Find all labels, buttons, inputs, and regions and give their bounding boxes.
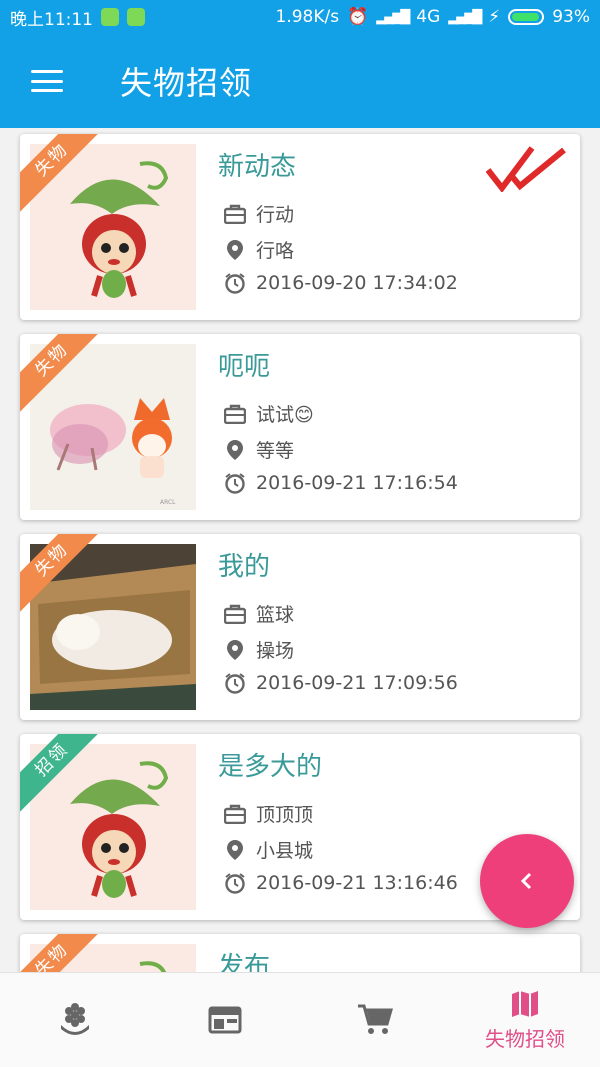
nav-tab-flower[interactable] bbox=[0, 973, 150, 1067]
web-layout-icon bbox=[208, 1006, 242, 1034]
time-row: 2016-09-21 17:16:54 bbox=[224, 472, 458, 494]
item-name-row: 行动 bbox=[224, 200, 294, 227]
chevron-left-icon bbox=[520, 872, 532, 890]
lost-tag: 失物 bbox=[20, 134, 110, 224]
location-pin-icon bbox=[227, 439, 243, 460]
lost-tag: 失物 bbox=[20, 534, 110, 624]
nav-tab-web[interactable] bbox=[150, 973, 300, 1067]
svg-text:ARCL: ARCL bbox=[160, 499, 176, 506]
location-pin-icon bbox=[227, 239, 243, 260]
item-time: 2016-09-21 17:09:56 bbox=[256, 672, 458, 694]
battery-level: 93% bbox=[552, 7, 590, 27]
alarm-clock-icon bbox=[225, 273, 245, 294]
signal-icon: ▂▄▆█ bbox=[376, 9, 410, 25]
item-location: 小县城 bbox=[256, 840, 314, 862]
charging-icon: ⚡ bbox=[488, 7, 501, 27]
time-row: 2016-09-20 17:34:02 bbox=[224, 272, 458, 294]
alarm-icon: ⏰ bbox=[347, 7, 369, 27]
menu-icon bbox=[31, 70, 63, 92]
android-icon bbox=[127, 8, 145, 26]
item-name-row: 顶顶顶 bbox=[224, 800, 313, 827]
location-row: 操场 bbox=[224, 636, 294, 663]
item-title: 是多大的 bbox=[218, 752, 323, 782]
list-item[interactable]: ARCL 失物 呃呃 试试😊 等等 2016-09-21 17:16:54 bbox=[20, 334, 580, 520]
network-speed: 1.98K/s bbox=[275, 7, 340, 27]
nav-tab-cart[interactable] bbox=[300, 973, 450, 1067]
sim-icon bbox=[101, 8, 119, 26]
nav-tab-lost-found[interactable]: 失物招领 bbox=[450, 973, 600, 1067]
flower-icon bbox=[61, 1003, 89, 1035]
double-check-icon bbox=[485, 144, 568, 196]
item-name: 试试😊 bbox=[256, 404, 314, 426]
map-icon bbox=[512, 990, 538, 1017]
location-row: 行咯 bbox=[224, 236, 294, 263]
item-name: 顶顶顶 bbox=[256, 804, 314, 826]
location-row: 等等 bbox=[224, 436, 294, 463]
item-title: 呃呃 bbox=[218, 352, 271, 382]
item-time: 2016-09-21 13:16:46 bbox=[256, 872, 458, 894]
briefcase-icon bbox=[224, 404, 246, 424]
alarm-clock-icon bbox=[225, 673, 245, 694]
item-title: 发布 bbox=[218, 952, 271, 972]
nav-tab-label: 失物招领 bbox=[485, 1026, 565, 1051]
battery-icon bbox=[508, 9, 545, 25]
list-item[interactable]: 失物 我的 篮球 操场 2016-09-21 17:09:56 bbox=[20, 534, 580, 720]
briefcase-icon bbox=[224, 204, 246, 224]
briefcase-icon bbox=[224, 804, 246, 824]
page-title: 失物招领 bbox=[120, 64, 253, 102]
network-type: 4G bbox=[416, 7, 441, 27]
found-tag: 招领 bbox=[20, 734, 110, 824]
briefcase-icon bbox=[224, 604, 246, 624]
menu-button[interactable] bbox=[0, 34, 94, 128]
item-name-row: 篮球 bbox=[224, 600, 294, 627]
item-name: 行动 bbox=[256, 204, 295, 226]
list-item[interactable]: 失物 新动态 行动 行咯 2016-09-20 17:34:02 bbox=[20, 134, 580, 320]
time-row: 2016-09-21 13:16:46 bbox=[224, 872, 458, 894]
alarm-clock-icon bbox=[225, 873, 245, 894]
location-pin-icon bbox=[227, 839, 243, 860]
item-location: 行咯 bbox=[256, 240, 295, 262]
alarm-clock-icon bbox=[225, 473, 245, 494]
item-name-row: 试试😊 bbox=[224, 400, 314, 427]
bottom-navigation: 失物招领 bbox=[0, 972, 600, 1067]
signal-icon-2: ▂▄▆█ bbox=[448, 9, 482, 25]
item-title: 新动态 bbox=[218, 152, 297, 182]
app-bar: 失物招领 bbox=[0, 34, 600, 128]
item-location: 等等 bbox=[256, 440, 295, 462]
location-row: 小县城 bbox=[224, 836, 313, 863]
lost-tag: 失物 bbox=[20, 334, 110, 424]
status-bar: 晚上11:11 1.98K/s ⏰ ▂▄▆█ 4G ▂▄▆█ ⚡ 93% bbox=[0, 0, 600, 34]
status-time: 晚上11:11 bbox=[10, 9, 93, 30]
list-item[interactable]: 失物 发布 bbox=[20, 934, 580, 972]
item-time: 2016-09-21 17:16:54 bbox=[256, 472, 458, 494]
location-pin-icon bbox=[227, 639, 243, 660]
item-title: 我的 bbox=[218, 552, 271, 582]
collapse-fab-button[interactable] bbox=[480, 834, 574, 928]
item-location: 操场 bbox=[256, 640, 295, 662]
item-time: 2016-09-20 17:34:02 bbox=[256, 272, 458, 294]
time-row: 2016-09-21 17:09:56 bbox=[224, 672, 458, 694]
cart-icon bbox=[358, 1004, 393, 1034]
item-name: 篮球 bbox=[256, 604, 295, 626]
lost-tag: 失物 bbox=[20, 934, 110, 972]
